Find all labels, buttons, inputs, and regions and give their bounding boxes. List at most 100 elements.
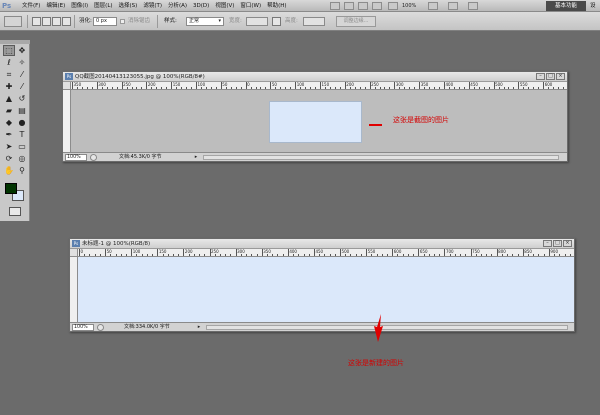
hand-icon[interactable]: ✋ xyxy=(3,165,15,176)
ruler-minor-tick xyxy=(199,254,201,256)
brush-icon[interactable]: ⁄ xyxy=(16,81,28,92)
maximize-icon[interactable]: □ xyxy=(553,240,562,247)
menu-layer[interactable]: 图层(L) xyxy=(94,0,112,12)
ruler-minor-tick xyxy=(162,254,164,256)
ruler-minor-tick xyxy=(397,254,399,256)
gradient-icon[interactable]: ▤ xyxy=(16,105,28,116)
menu-file[interactable]: 文件(F) xyxy=(22,0,40,12)
document-titlebar[interactable]: Ps 未标题-1 @ 100%(RGB/8) – □ × xyxy=(70,239,574,249)
height-input[interactable] xyxy=(303,17,325,26)
document-titlebar[interactable]: Ps QQ截图20140413123055.jpg @ 100%(RGB/8#)… xyxy=(63,72,567,82)
path-selection-icon[interactable]: ➤ xyxy=(3,141,15,152)
rectangle-shape-icon[interactable]: ▭ xyxy=(16,141,28,152)
info-icon[interactable] xyxy=(90,154,97,161)
width-input[interactable] xyxy=(246,17,268,26)
vertical-ruler[interactable] xyxy=(63,90,71,153)
horizontal-ruler[interactable]: 350 300 250 200 150 100 50 0 50 100 150 200 250 300 35… xyxy=(71,82,567,90)
crop-icon[interactable]: ⌗ xyxy=(3,69,15,80)
canvas-area[interactable] xyxy=(71,90,567,153)
close-icon[interactable]: × xyxy=(563,240,572,247)
lasso-icon[interactable]: ℓ xyxy=(3,57,15,68)
hand-tool-icon[interactable] xyxy=(388,2,398,10)
ruler-origin[interactable] xyxy=(70,249,78,257)
zoom-field[interactable]: 100% xyxy=(72,324,94,331)
menu-analysis[interactable]: 分析(A) xyxy=(168,0,187,12)
ruler-minor-tick xyxy=(538,87,540,89)
type-icon[interactable]: T xyxy=(16,129,28,140)
panel-grip[interactable] xyxy=(0,40,30,44)
zoom-level-select[interactable]: 100% xyxy=(402,2,416,10)
rotate-view-icon[interactable] xyxy=(428,2,438,10)
maximize-icon[interactable]: □ xyxy=(546,73,555,80)
bridge-icon[interactable] xyxy=(330,2,340,10)
marquee-icon[interactable]: ⬚ xyxy=(3,45,15,56)
document-window-new[interactable]: Ps 未标题-1 @ 100%(RGB/8) – □ × 0 50 100 150 20… xyxy=(69,238,575,332)
3d-rotate-icon[interactable]: ⟳ xyxy=(3,153,15,164)
status-menu-arrow-icon[interactable]: ▸ xyxy=(196,324,202,331)
add-selection-icon[interactable] xyxy=(42,17,51,26)
ruler-minor-tick xyxy=(111,87,113,89)
menu-filter[interactable]: 滤镜(T) xyxy=(143,0,162,12)
ruler-minor-tick xyxy=(205,87,207,89)
eraser-icon[interactable]: ▰ xyxy=(3,105,15,116)
document-window-screenshot[interactable]: Ps QQ截图20140413123055.jpg @ 100%(RGB/8#)… xyxy=(62,71,568,162)
arrange-icon[interactable] xyxy=(448,2,458,10)
arrange-documents-icon[interactable] xyxy=(372,2,382,10)
horizontal-scrollbar[interactable] xyxy=(203,155,559,160)
zoom-icon[interactable]: ⚲ xyxy=(16,165,28,176)
menu-help[interactable]: 帮助(H) xyxy=(267,0,286,12)
zoom-field[interactable]: 100% xyxy=(65,154,87,161)
new-selection-icon[interactable] xyxy=(32,17,41,26)
ruler-minor-tick xyxy=(255,87,257,89)
menu-items: 文件(F) 编辑(E) 图像(I) 图层(L) 选择(S) 滤镜(T) 分析(A… xyxy=(22,0,287,12)
vertical-ruler[interactable] xyxy=(70,257,78,323)
3d-orbit-icon[interactable]: ◎ xyxy=(16,153,28,164)
menu-select[interactable]: 选择(S) xyxy=(119,0,138,12)
menu-3d[interactable]: 3D(D) xyxy=(193,0,209,12)
menu-image[interactable]: 图像(I) xyxy=(71,0,88,12)
document-image[interactable] xyxy=(269,101,362,143)
magic-wand-icon[interactable]: ✧ xyxy=(16,57,28,68)
ruler-minor-tick xyxy=(486,254,488,256)
info-icon[interactable] xyxy=(97,324,104,331)
swap-dimensions-icon[interactable] xyxy=(272,17,281,26)
ruler-minor-tick xyxy=(225,87,227,89)
tool-preset-picker[interactable] xyxy=(4,16,22,27)
clone-stamp-icon[interactable]: ▲ xyxy=(3,93,15,104)
ruler-origin[interactable] xyxy=(63,82,71,90)
mini-bridge-icon[interactable] xyxy=(344,2,354,10)
screen-mode-icon[interactable] xyxy=(468,2,478,10)
menu-view[interactable]: 视图(V) xyxy=(215,0,234,12)
pen-icon[interactable]: ✒ xyxy=(3,129,15,140)
minimize-icon[interactable]: – xyxy=(536,73,545,80)
feather-input[interactable]: 0 px xyxy=(93,17,117,26)
document-image[interactable] xyxy=(78,257,574,323)
move-icon[interactable]: ✥ xyxy=(16,45,28,56)
horizontal-scrollbar[interactable] xyxy=(206,325,568,330)
refine-edge-button[interactable]: 调整边缘... xyxy=(336,16,376,27)
foreground-color-swatch[interactable] xyxy=(5,183,17,194)
extras-icon[interactable] xyxy=(358,2,368,10)
ruler-minor-tick xyxy=(528,254,529,256)
history-brush-icon[interactable]: ↺ xyxy=(16,93,28,104)
ruler-minor-tick xyxy=(136,254,138,256)
ruler-minor-tick xyxy=(246,254,248,256)
minimize-icon[interactable]: – xyxy=(543,240,552,247)
workspace-essentials-button[interactable]: 基本功能 xyxy=(546,1,586,11)
menu-window[interactable]: 窗口(W) xyxy=(240,0,261,12)
subtract-selection-icon[interactable] xyxy=(52,17,61,26)
close-icon[interactable]: × xyxy=(556,73,565,80)
antialias-checkbox[interactable] xyxy=(120,19,125,24)
menu-edit[interactable]: 编辑(E) xyxy=(46,0,65,12)
blur-icon[interactable]: ◆ xyxy=(3,117,15,128)
style-select[interactable]: 正常 ▾ xyxy=(186,17,224,26)
intersect-selection-icon[interactable] xyxy=(62,17,71,26)
canvas-area[interactable] xyxy=(78,257,574,323)
quick-mask-icon[interactable] xyxy=(9,207,21,216)
ruler-minor-tick xyxy=(413,254,415,256)
dodge-icon[interactable]: ● xyxy=(16,117,28,128)
healing-brush-icon[interactable]: ✚ xyxy=(3,81,15,92)
horizontal-ruler[interactable]: 0 50 100 150 200 250 300 350 400 450 500 550 600 650 7… xyxy=(78,249,574,257)
eyedropper-icon[interactable]: ⁄ xyxy=(16,69,28,80)
status-menu-arrow-icon[interactable]: ▸ xyxy=(193,154,199,161)
